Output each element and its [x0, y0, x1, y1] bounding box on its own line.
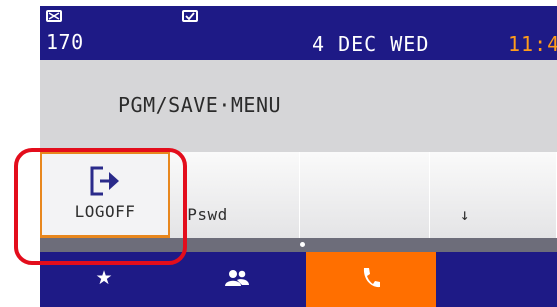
phone-display: 170 4 DEC WED 11:45 PGM/SAVE·MENU LOGOFF…	[0, 0, 557, 307]
next-page-arrow-icon: ↓	[459, 205, 471, 224]
extension-number: 170	[46, 30, 84, 54]
soft-key-pswd[interactable]: Pswd	[170, 152, 300, 238]
nav-contacts-button[interactable]	[173, 252, 301, 307]
status-bar: 170 4 DEC WED 11:45	[40, 6, 557, 60]
missed-call-icon	[46, 10, 62, 22]
soft-key-next-page[interactable]: ↓	[430, 152, 557, 238]
highlight-callout	[14, 148, 187, 265]
nav-phone-button[interactable]	[306, 252, 436, 307]
star-icon: ★	[95, 267, 113, 289]
voicemail-icon	[182, 10, 198, 22]
date-display: 4 DEC WED	[312, 32, 430, 56]
time-display: 11:45	[508, 32, 557, 56]
page-dot	[300, 242, 305, 247]
soft-key-3[interactable]	[300, 152, 430, 238]
people-icon	[225, 270, 249, 286]
title-band: PGM/SAVE·MENU	[40, 60, 557, 152]
menu-title: PGM/SAVE·MENU	[118, 93, 282, 117]
phone-icon	[363, 268, 380, 288]
